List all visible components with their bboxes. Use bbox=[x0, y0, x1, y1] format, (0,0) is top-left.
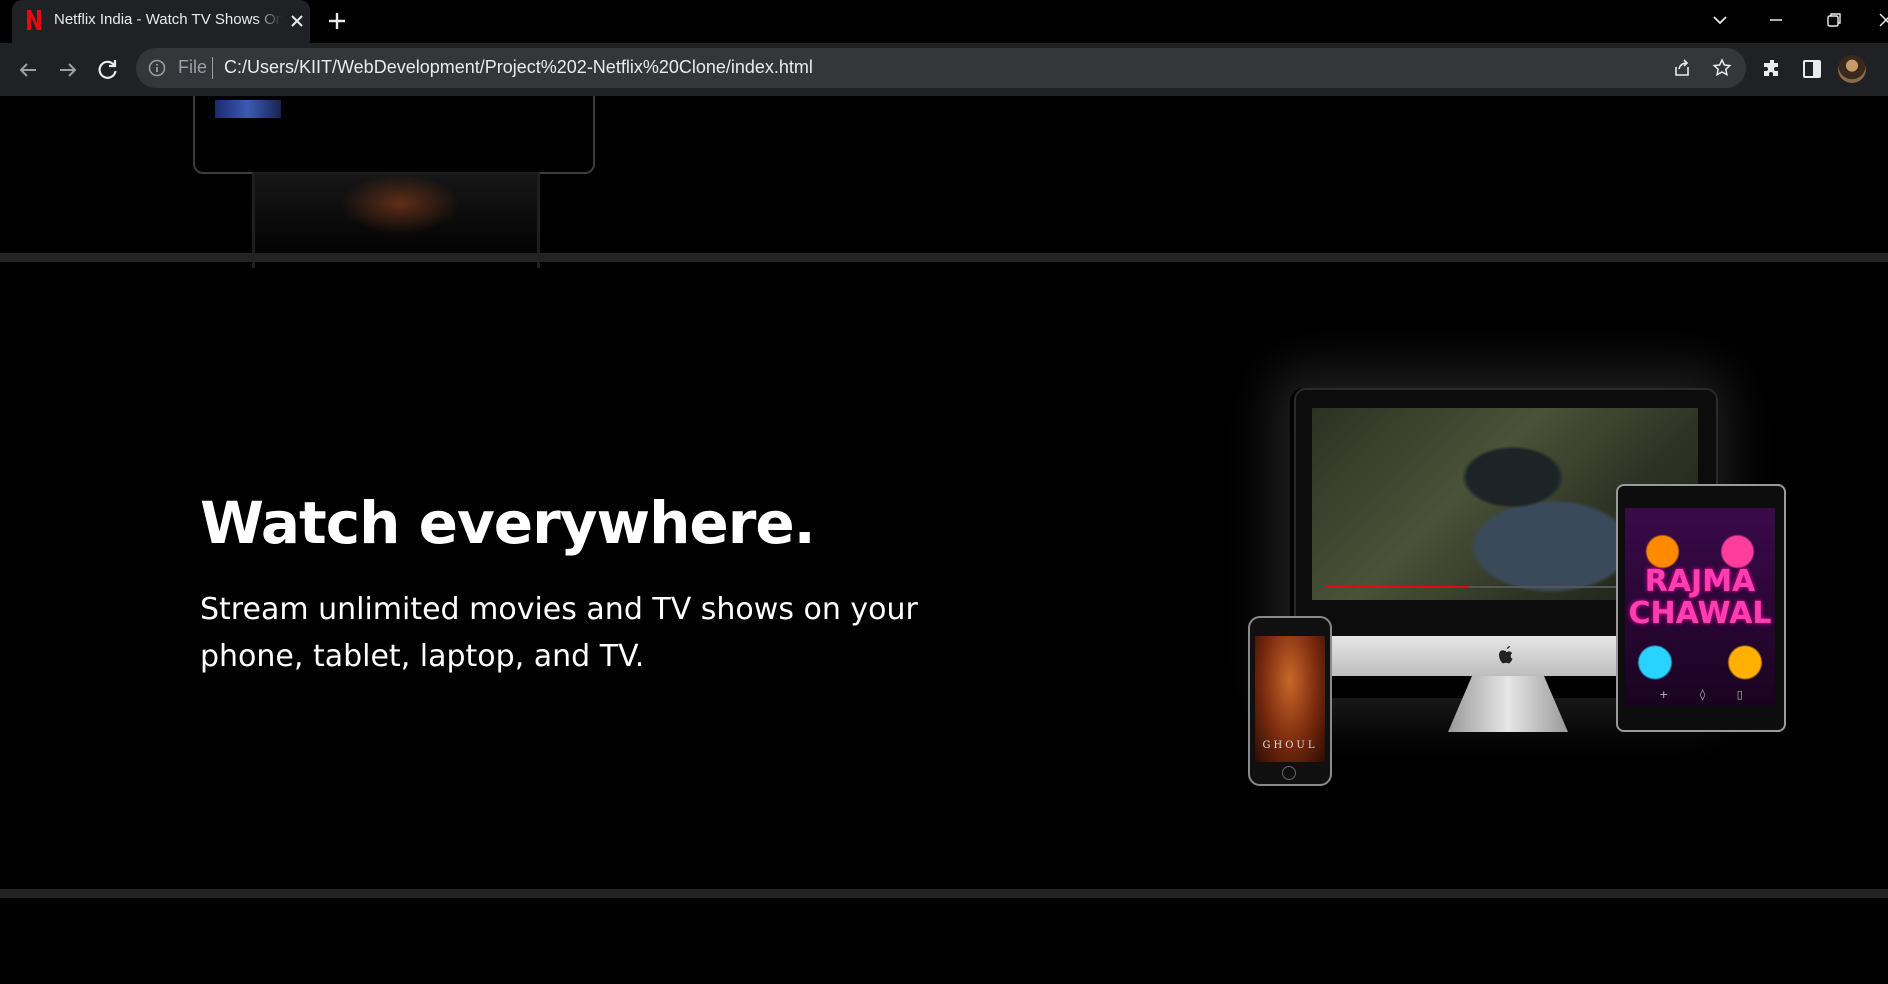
scheme-label: File bbox=[178, 57, 208, 77]
section-subtext: Stream unlimited movies and TV shows on … bbox=[200, 592, 918, 674]
video-progress-fill bbox=[1326, 586, 1470, 588]
section-headline: Watch everywhere. bbox=[200, 489, 816, 557]
close-window-icon[interactable] bbox=[1874, 8, 1888, 32]
close-tab-icon[interactable] bbox=[288, 12, 306, 30]
browser-tab-strip: Netflix India - Watch TV Shows Online, W… bbox=[0, 0, 1888, 43]
back-icon[interactable] bbox=[14, 56, 42, 84]
url-text[interactable]: C:/Users/KIIT/WebDevelopment/Project%202… bbox=[224, 57, 813, 78]
extensions-icon[interactable] bbox=[1760, 57, 1784, 81]
forward-icon[interactable] bbox=[54, 56, 82, 84]
devices-image: GHOUL RAJMA CHAWAL + ◊ ▯ bbox=[1240, 368, 1800, 786]
page-viewport: Watch everywhere. Stream unlimited movie… bbox=[0, 96, 1888, 984]
site-info-icon[interactable] bbox=[148, 59, 166, 77]
bookmark-star-icon[interactable] bbox=[1712, 58, 1732, 78]
browser-tab[interactable]: Netflix India - Watch TV Shows Online, W… bbox=[12, 0, 310, 43]
share-icon[interactable] bbox=[1672, 58, 1692, 78]
browser-toolbar: File C:/Users/KIIT/WebDevelopment/Projec… bbox=[0, 43, 1888, 96]
tab-title: Netflix India - Watch TV Shows Online, W… bbox=[54, 11, 282, 28]
download-card-thumbnail bbox=[215, 100, 281, 118]
profile-avatar[interactable] bbox=[1838, 55, 1866, 83]
tablet-poster: RAJMA CHAWAL bbox=[1625, 508, 1775, 706]
phone-image-glow bbox=[340, 174, 460, 234]
download-card bbox=[193, 96, 595, 174]
phone-device: GHOUL bbox=[1248, 616, 1332, 786]
tab-search-chevron-icon[interactable] bbox=[1708, 8, 1732, 32]
address-separator bbox=[212, 57, 213, 79]
side-panel-icon[interactable] bbox=[1800, 57, 1824, 81]
netflix-n-icon bbox=[27, 10, 41, 30]
phone-home-button bbox=[1282, 766, 1296, 780]
new-tab-icon[interactable] bbox=[326, 10, 348, 32]
section-divider bbox=[0, 253, 1888, 262]
phone-poster-title: GHOUL bbox=[1262, 740, 1318, 751]
reload-icon[interactable] bbox=[94, 56, 122, 84]
address-bar[interactable]: File C:/Users/KIIT/WebDevelopment/Projec… bbox=[136, 48, 1746, 88]
section-divider bbox=[0, 889, 1888, 898]
restore-icon[interactable] bbox=[1822, 8, 1846, 32]
phone-poster: GHOUL bbox=[1255, 636, 1325, 762]
apple-logo-icon bbox=[1499, 646, 1513, 664]
tablet-poster-title: RAJMA CHAWAL bbox=[1628, 564, 1772, 631]
tablet-controls: + ◊ ▯ bbox=[1659, 688, 1743, 701]
tablet-device: RAJMA CHAWAL + ◊ ▯ bbox=[1616, 484, 1786, 732]
minimize-icon[interactable] bbox=[1764, 8, 1788, 32]
